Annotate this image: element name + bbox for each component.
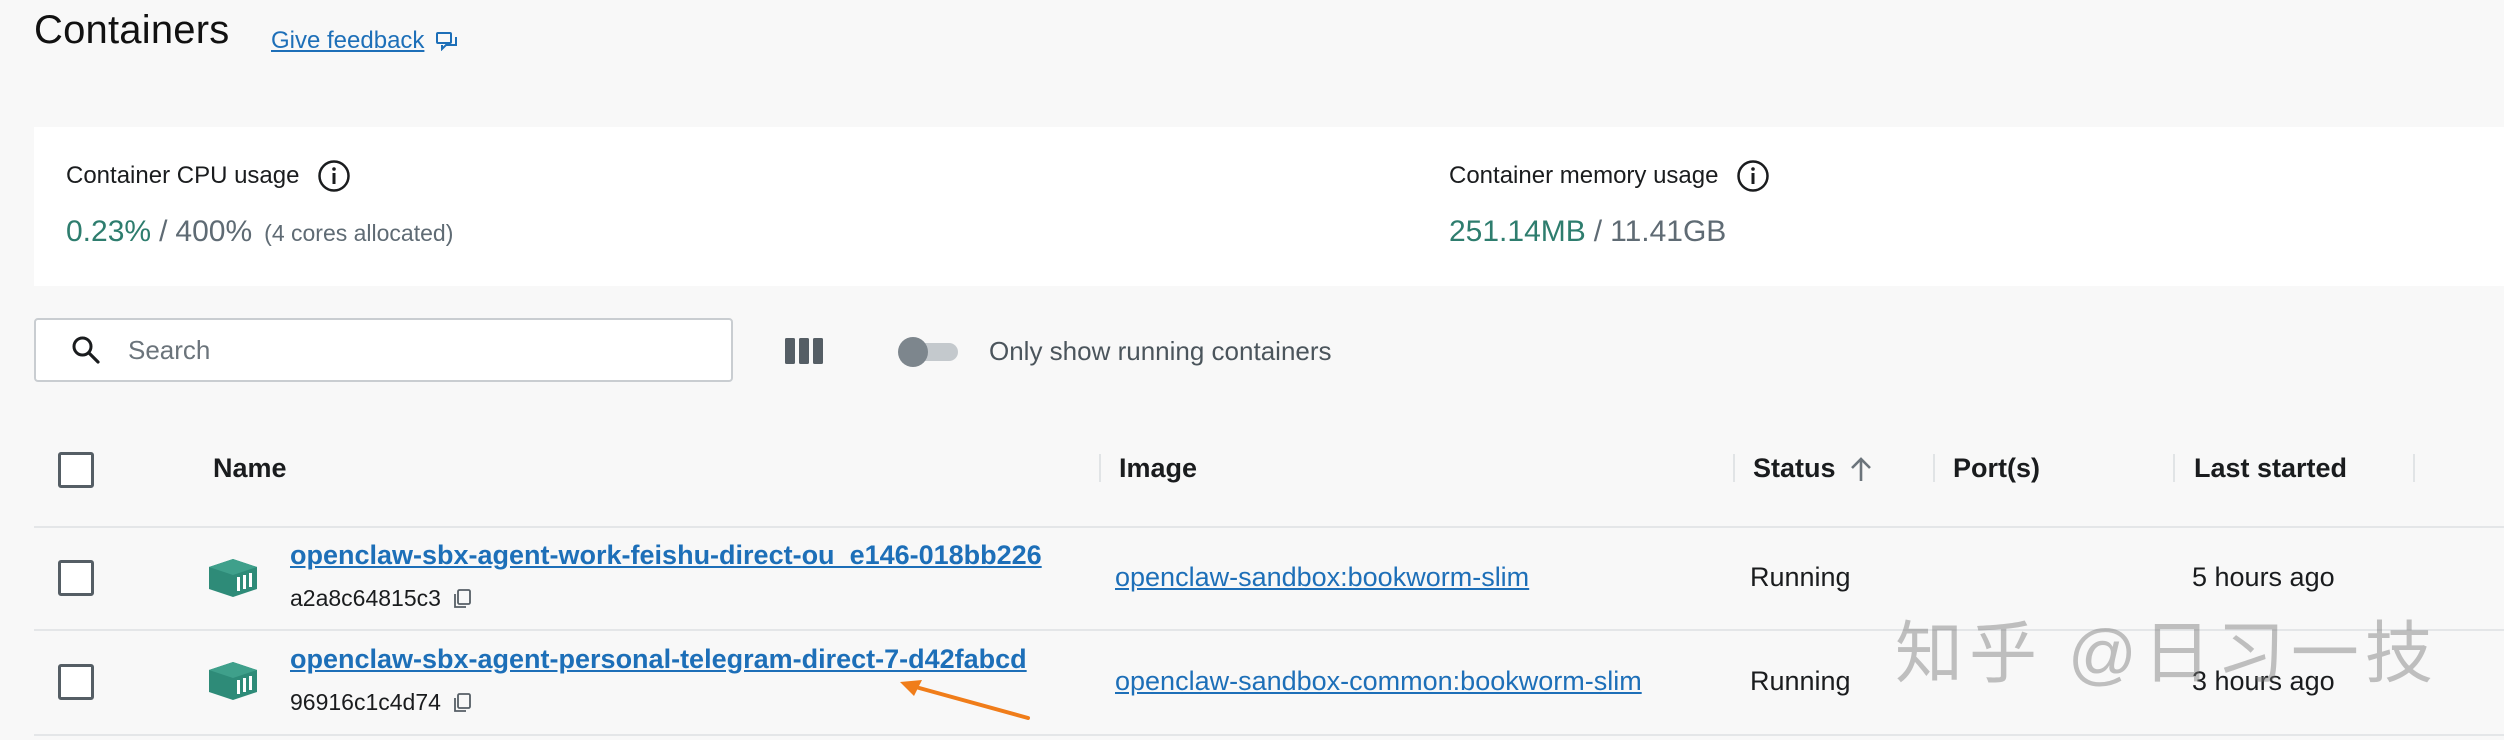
running-only-label: Only show running containers — [989, 336, 1332, 366]
give-feedback-link[interactable]: Give feedback — [271, 27, 424, 55]
column-divider[interactable] — [1733, 454, 1735, 482]
container-id-text: 96916c1c4d74 — [290, 689, 441, 715]
memory-usage-separator: / — [1593, 215, 1603, 248]
column-header-last-started[interactable]: Last started — [2194, 453, 2347, 484]
memory-usage-label-text: Container memory usage — [1449, 162, 1719, 189]
container-status: Running — [1750, 562, 1851, 592]
feedback-icon — [436, 32, 458, 51]
cpu-usage-value: 0.23% / 400% (4 cores allocated) — [66, 215, 453, 249]
give-feedback[interactable]: Give feedback — [271, 27, 458, 55]
container-id-text: a2a8c64815c3 — [290, 585, 441, 611]
column-header-last-started-label: Last started — [2194, 453, 2348, 483]
column-divider[interactable] — [1099, 454, 1101, 482]
select-all-checkbox[interactable] — [58, 452, 94, 488]
memory-usage-current: 251.14MB — [1449, 215, 1586, 248]
column-header-image[interactable]: Image — [1119, 453, 1197, 484]
usage-stats-card: Container CPU usage 0.23% / 400% (4 core… — [34, 127, 2504, 286]
info-icon[interactable] — [317, 159, 351, 193]
copy-icon[interactable] — [453, 692, 471, 713]
memory-usage-value: 251.14MB / 11.41GB — [1449, 215, 1726, 249]
column-divider[interactable] — [2173, 454, 2175, 482]
cpu-cores-note: (4 cores allocated) — [264, 220, 454, 246]
column-header-ports-label: Port(s) — [1953, 453, 2040, 483]
table-header-divider — [34, 526, 2504, 528]
cpu-usage-separator: / — [159, 215, 168, 248]
search-input[interactable] — [128, 334, 688, 366]
container-id: a2a8c64815c3 — [290, 585, 471, 612]
container-status: Running — [1750, 666, 1851, 696]
column-header-ports[interactable]: Port(s) — [1953, 453, 2040, 484]
search-icon — [72, 336, 100, 364]
container-last-started: 5 hours ago — [2192, 562, 2335, 592]
column-header-status[interactable]: Status — [1753, 453, 1874, 484]
container-image-link[interactable]: openclaw-sandbox-common:bookworm-slim — [1115, 666, 1642, 697]
cpu-usage-total: 400% — [175, 215, 253, 248]
row-divider — [34, 734, 2504, 736]
annotation-arrow — [900, 680, 1030, 720]
column-divider[interactable] — [2413, 454, 2415, 482]
info-icon[interactable] — [1736, 159, 1770, 193]
running-only-toggle[interactable] — [898, 335, 960, 367]
row-checkbox[interactable] — [58, 560, 94, 596]
column-header-name-label: Name — [213, 453, 287, 483]
container-icon — [209, 559, 257, 597]
cpu-usage-label: Container CPU usage — [66, 159, 351, 193]
container-id: 96916c1c4d74 — [290, 689, 471, 716]
column-header-name[interactable]: Name — [213, 453, 287, 484]
page-title: Containers — [34, 8, 230, 52]
column-header-status-label: Status — [1753, 453, 1836, 483]
search-box[interactable] — [34, 318, 733, 382]
container-name-link[interactable]: openclaw-sbx-agent-work-feishu-direct-ou… — [290, 540, 1042, 571]
toggle-knob — [898, 337, 928, 367]
memory-usage-label: Container memory usage — [1449, 159, 1770, 193]
cpu-usage-label-text: Container CPU usage — [66, 162, 300, 189]
container-image-link[interactable]: openclaw-sandbox:bookworm-slim — [1115, 562, 1529, 593]
row-checkbox[interactable] — [58, 664, 94, 700]
cpu-usage-current: 0.23% — [66, 215, 152, 248]
container-icon — [209, 662, 257, 700]
columns-icon[interactable] — [784, 336, 824, 366]
memory-usage-total: 11.41GB — [1610, 215, 1727, 248]
watermark: 知乎 @日习一技 — [1895, 616, 2439, 692]
sort-ascending-icon — [1850, 456, 1871, 481]
column-divider[interactable] — [1933, 454, 1935, 482]
container-name-link[interactable]: openclaw-sbx-agent-personal-telegram-dir… — [290, 644, 1027, 675]
copy-icon[interactable] — [453, 588, 471, 609]
column-header-image-label: Image — [1119, 453, 1198, 483]
